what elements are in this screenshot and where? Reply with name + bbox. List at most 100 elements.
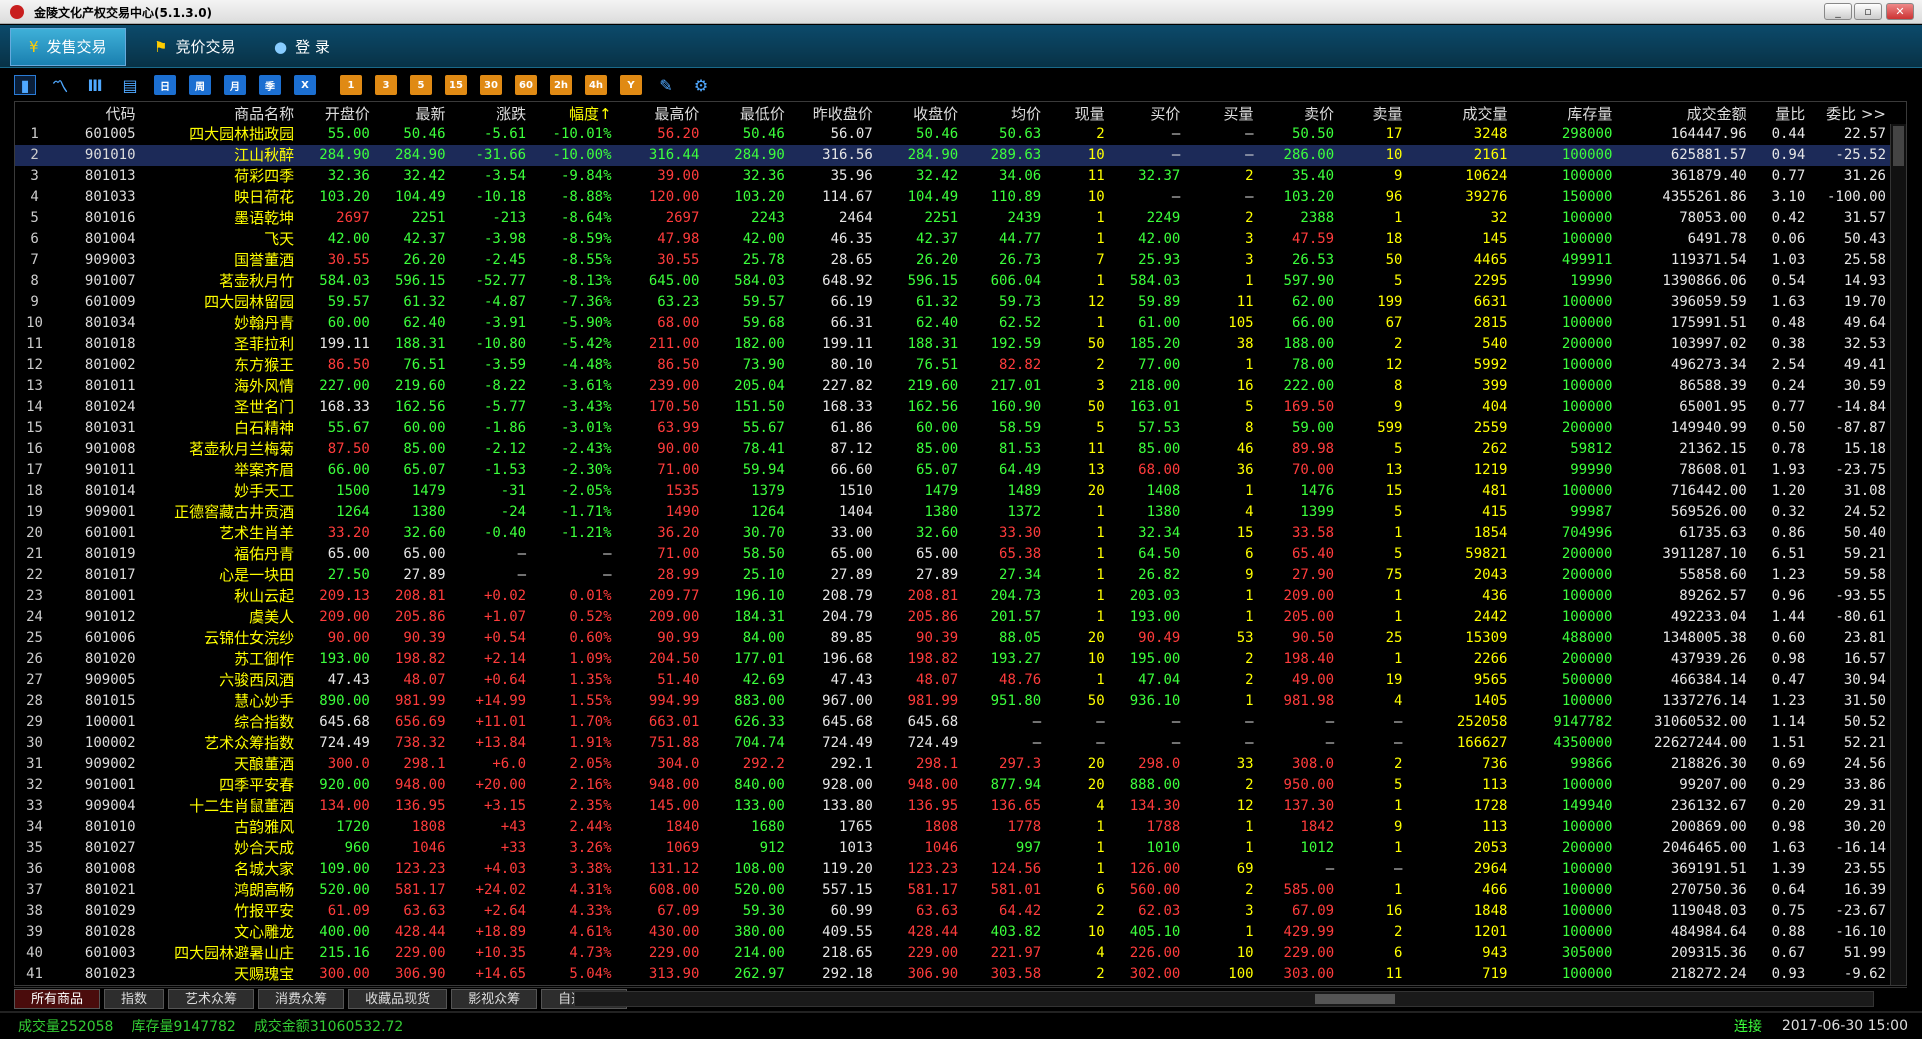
table-row[interactable]: 22 801017 心是一块田 27.50 27.89 — — 28.99 25.10 27.89… — [15, 565, 1890, 586]
category-tab[interactable]: 收藏品现货 — [348, 988, 448, 1009]
table-row[interactable]: 1 601005 四大园林拙政园 55.00 50.46 -5.61 -10.01% 56.2… — [15, 124, 1890, 145]
table-row[interactable]: 18 801014 妙手天工 1500 1479 -31 -2.05% 1535 1379 151… — [15, 481, 1890, 502]
table-row[interactable]: 32 901001 四季平安春 920.00 948.00 +20.00 2.16% 948.… — [15, 775, 1890, 796]
period-button-X[interactable]: X — [294, 75, 316, 95]
table-row[interactable]: 9 601009 四大园林留园 59.57 61.32 -4.87 -7.36% 63.23 5… — [15, 292, 1890, 313]
period-button-2h[interactable]: 2h — [550, 75, 572, 95]
col-header[interactable]: 委比 >> — [1809, 102, 1890, 124]
table-row[interactable]: 41 801023 天赐瑰宝 300.00 306.90 +14.65 5.04% 313.9… — [15, 964, 1890, 985]
table-row[interactable]: 10 801034 妙翰丹青 60.00 62.40 -3.91 -5.90% 68.00 59… — [15, 313, 1890, 334]
calendar-icon[interactable]: ▤ — [119, 75, 141, 95]
period-button-60[interactable]: 60 — [515, 75, 537, 95]
col-header[interactable]: 卖量 — [1338, 102, 1407, 124]
period-button-3[interactable]: 3 — [375, 75, 397, 95]
table-row[interactable]: 33 909004 十二生肖鼠董酒 134.00 136.95 +3.15 2.35% 145… — [15, 796, 1890, 817]
table-row[interactable]: 16 901008 茗壶秋月兰梅菊 87.50 85.00 -2.12 -2.43% 90.0… — [15, 439, 1890, 460]
period-button-30[interactable]: 30 — [480, 75, 502, 95]
maximize-button[interactable]: ▫ — [1854, 3, 1882, 20]
table-row[interactable]: 25 601006 云锦仕女浣纱 90.00 90.39 +0.54 0.60% 90.99 8… — [15, 628, 1890, 649]
table-row[interactable]: 2 901010 江山秋醉 284.90 284.90 -31.66 -10.00% 316.… — [15, 145, 1890, 166]
col-header[interactable]: 商品名称 — [139, 102, 299, 124]
category-tab[interactable]: 所有商品 — [14, 988, 101, 1009]
period-button-5[interactable]: 5 — [410, 75, 432, 95]
tab-primary-trading[interactable]: ¥ 发售交易 — [10, 28, 126, 66]
col-header[interactable]: 均价 — [962, 102, 1046, 124]
period-button-1[interactable]: 1 — [340, 75, 362, 95]
gear-icon[interactable]: ⚙ — [690, 75, 712, 95]
table-row[interactable]: 13 801011 海外风情 227.00 219.60 -8.22 -3.61% 239.0… — [15, 376, 1890, 397]
period-button-月[interactable]: 月 — [224, 75, 246, 95]
table-row[interactable]: 34 801010 古韵雅风 1720 1808 +43 2.44% 1840 1680 1765… — [15, 817, 1890, 838]
vertical-scrollbar[interactable] — [1890, 124, 1906, 985]
table-row[interactable]: 23 801001 秋山云起 209.13 208.81 +0.02 0.01% 209.77… — [15, 586, 1890, 607]
col-header[interactable]: 量比 — [1750, 102, 1810, 124]
col-header[interactable]: 昨收盘价 — [788, 102, 877, 124]
period-button-Y[interactable]: Y — [620, 75, 642, 95]
table-row[interactable]: 4 801033 映日荷花 103.20 104.49 -10.18 -8.88% 120.0… — [15, 187, 1890, 208]
draw-tool-icon[interactable]: ✎ — [655, 75, 677, 95]
table-row[interactable]: 26 801020 苏工御作 193.00 198.82 +2.14 1.09% 204.50… — [15, 649, 1890, 670]
line-chart-icon[interactable]: 〽 — [49, 75, 71, 96]
col-header[interactable]: 开盘价 — [298, 102, 374, 124]
col-header[interactable]: 幅度↑ — [530, 102, 616, 124]
col-header[interactable]: 买量 — [1184, 102, 1258, 124]
col-header[interactable]: 成交金额 — [1616, 102, 1751, 124]
table-row[interactable]: 8 901007 茗壶秋月竹 584.03 596.15 -52.77 -8.13% 645.… — [15, 271, 1890, 292]
table-row[interactable]: 24 901012 虞美人 209.00 205.86 +1.07 0.52% 209.00 1… — [15, 607, 1890, 628]
table-row[interactable]: 37 801021 鸿朗高畅 520.00 581.17 +24.02 4.31% 608.0… — [15, 880, 1890, 901]
table-row[interactable]: 20 601001 艺术生肖羊 33.20 32.60 -0.40 -1.21% 36.20 3… — [15, 523, 1890, 544]
col-header[interactable]: 卖价 — [1257, 102, 1339, 124]
table-row[interactable]: 28 801015 慧心妙手 890.00 981.99 +14.99 1.55% 994.9… — [15, 691, 1890, 712]
category-tab[interactable]: 指数 — [104, 988, 165, 1009]
table-row[interactable]: 31 909002 天酿董酒 300.0 298.1 +6.0 2.05% 304.0 292.… — [15, 754, 1890, 775]
period-button-15[interactable]: 15 — [445, 75, 467, 95]
close-button[interactable]: ✕ — [1886, 3, 1914, 20]
minimize-button[interactable]: _ — [1824, 3, 1852, 20]
col-header[interactable]: 收盘价 — [876, 102, 963, 124]
col-header[interactable]: 现量 — [1045, 102, 1109, 124]
bar-chart-icon[interactable]: ▮ — [14, 75, 36, 95]
col-header[interactable]: 最新 — [373, 102, 450, 124]
table-row[interactable]: 19 909001 正德窖藏古井贡酒 1264 1380 -24 -1.71% 1490 126… — [15, 502, 1890, 523]
table-row[interactable]: 3 801013 荷彩四季 32.36 32.42 -3.54 -9.84% 39.00 32.… — [15, 166, 1890, 187]
table-row[interactable]: 6 801004 飞天 42.00 42.37 -3.98 -8.59% 47.98 42.00… — [15, 229, 1890, 250]
horizontal-scrollbar[interactable] — [574, 991, 1874, 1007]
col-header[interactable]: 成交量 — [1406, 102, 1512, 124]
category-tab[interactable]: 影视众筹 — [451, 988, 538, 1009]
table-row[interactable]: 15 801031 白石精神 55.67 60.00 -1.86 -3.01% 63.99 55… — [15, 418, 1890, 439]
candlestick-icon[interactable]: Ⅲ — [84, 75, 106, 95]
tab-auction-trading[interactable]: ⚑ 竞价交易 — [136, 28, 253, 66]
table-row[interactable]: 40 601003 四大园林避暑山庄 215.16 229.00 +10.35 4.73% 2… — [15, 943, 1890, 964]
col-header[interactable]: 涨跌 — [449, 102, 531, 124]
table-row[interactable]: 5 801016 墨语乾坤 2697 2251 -213 -8.64% 2697 2243 246… — [15, 208, 1890, 229]
table-row[interactable]: 38 801029 竹报平安 61.09 63.63 +2.64 4.33% 67.09 59.… — [15, 901, 1890, 922]
table-row[interactable]: 7 909003 国誉董酒 30.55 26.20 -2.45 -8.55% 30.55 25.… — [15, 250, 1890, 271]
table-row[interactable]: 14 801024 圣世名门 168.33 162.56 -5.77 -3.43% 170.5… — [15, 397, 1890, 418]
col-header[interactable]: 代码 — [54, 102, 140, 124]
table-row[interactable]: 17 901011 举案齐眉 66.00 65.07 -1.53 -2.30% 71.00 59… — [15, 460, 1890, 481]
category-tab[interactable]: 艺术众筹 — [168, 988, 255, 1009]
period-button-季[interactable]: 季 — [259, 75, 281, 95]
table-row[interactable]: 36 801008 名城大家 109.00 123.23 +4.03 3.38% 131.12… — [15, 859, 1890, 880]
period-button-周[interactable]: 周 — [189, 75, 211, 95]
cell: 62.52 — [999, 315, 1042, 331]
col-header[interactable] — [15, 102, 55, 124]
table-row[interactable]: 29 100001 综合指数 645.68 656.69 +11.01 1.70% 663.0… — [15, 712, 1890, 733]
period-button-日[interactable]: 日 — [154, 75, 176, 95]
period-button-4h[interactable]: 4h — [585, 75, 607, 95]
col-header[interactable]: 库存量 — [1511, 102, 1617, 124]
scroll-thumb[interactable] — [1315, 994, 1395, 1004]
table-row[interactable]: 11 801018 圣菲拉利 199.11 188.31 -10.80 -5.42% 211.… — [15, 334, 1890, 355]
scroll-thumb[interactable] — [1893, 126, 1904, 166]
col-header[interactable]: 最低价 — [703, 102, 789, 124]
table-row[interactable]: 21 801019 福佑丹青 65.00 65.00 — — 71.00 58.50 65.00 6… — [15, 544, 1890, 565]
col-header[interactable]: 买价 — [1108, 102, 1185, 124]
table-row[interactable]: 35 801027 妙合天成 960 1046 +33 3.26% 1069 912 1013 10… — [15, 838, 1890, 859]
tab-login[interactable]: ● 登 录 — [256, 28, 348, 66]
table-row[interactable]: 12 801002 东方猴王 86.50 76.51 -3.59 -4.48% 86.50 73… — [15, 355, 1890, 376]
table-row[interactable]: 39 801028 文心雕龙 400.00 428.44 +18.89 4.61% 430.0… — [15, 922, 1890, 943]
category-tab[interactable]: 消费众筹 — [258, 988, 345, 1009]
table-row[interactable]: 27 909005 六骏西凤酒 47.43 48.07 +0.64 1.35% 51.40 42… — [15, 670, 1890, 691]
col-header[interactable]: 最高价 — [615, 102, 704, 124]
table-row[interactable]: 30 100002 艺术众筹指数 724.49 738.32 +13.84 1.91% 751… — [15, 733, 1890, 754]
